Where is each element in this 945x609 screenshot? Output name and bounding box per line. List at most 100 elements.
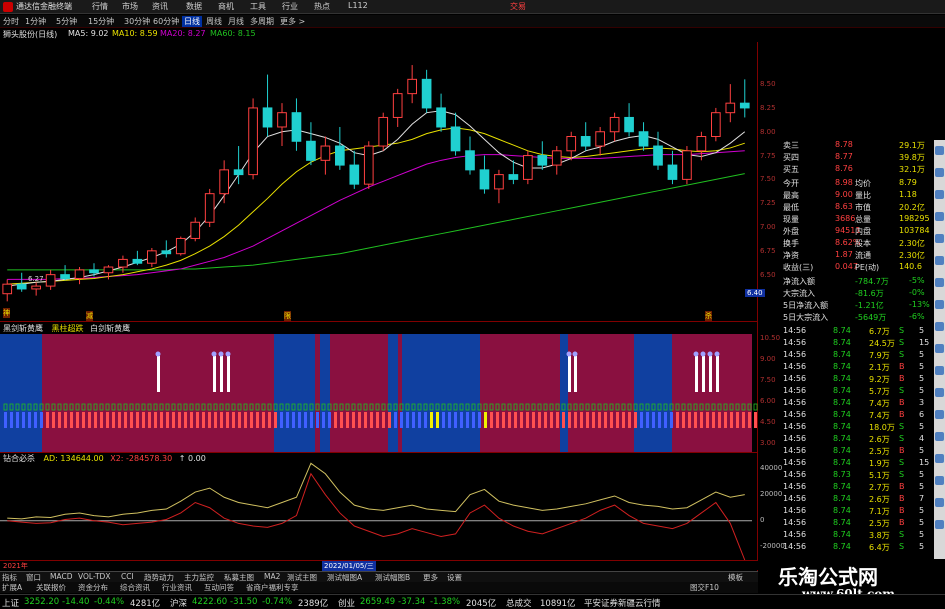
indicator-tab[interactable]: MA2 — [264, 572, 280, 581]
toolbar-icon[interactable] — [935, 432, 944, 441]
extension-tab[interactable]: 省商户福利专享 — [246, 582, 299, 593]
period-tab-minute[interactable]: 分时 — [3, 16, 19, 27]
tick-row[interactable]: 14:56 8.74 9.2万 B 5 — [759, 374, 931, 385]
tick-price: 8.74 — [833, 530, 851, 539]
period-tab-daily[interactable]: 日线 — [182, 16, 202, 27]
menu-item-news[interactable]: 资讯 — [152, 1, 168, 12]
tick-row[interactable]: 14:56 8.74 5.7万 S 5 — [759, 386, 931, 397]
indicator-tab[interactable]: MACD — [50, 572, 72, 581]
tick-row[interactable]: 14:56 8.74 7.4万 B 3 — [759, 398, 931, 409]
tick-row[interactable]: 14:56 8.74 7.4万 B 6 — [759, 410, 931, 421]
period-tab-weekly[interactable]: 周线 — [206, 16, 222, 27]
marker-1: 神 — [3, 308, 10, 318]
toolbar-icon[interactable] — [935, 168, 944, 177]
index-change: -31.50 — [230, 597, 258, 607]
menu-item-industry[interactable]: 行业 — [282, 1, 298, 12]
extension-tab[interactable]: 关联报价 — [36, 582, 66, 593]
candlestick-chart[interactable] — [0, 42, 758, 312]
index-change: -14.40 — [62, 597, 90, 607]
indicator1-bar — [268, 412, 271, 428]
tick-row[interactable]: 14:56 8.74 6.7万 S 5 — [759, 326, 931, 337]
tick-row[interactable]: 14:56 8.74 2.1万 B 5 — [759, 362, 931, 373]
indicator2-chart[interactable] — [0, 462, 758, 560]
toolbar-icon[interactable] — [935, 278, 944, 287]
f10-tab[interactable]: 图交F10 — [690, 582, 719, 593]
tick-row[interactable]: 14:56 8.74 7.9万 S 5 — [759, 350, 931, 361]
period-tab-1min[interactable]: 1分钟 — [25, 16, 46, 27]
tick-row[interactable]: 14:56 8.74 2.5万 B 5 — [759, 518, 931, 529]
indicator-tab[interactable]: CCI — [121, 572, 134, 581]
extension-tab[interactable]: 资金分布 — [78, 582, 108, 593]
indicator1-name[interactable]: 黑剑斩黄鹰 — [3, 324, 43, 333]
indicator1-bar — [232, 412, 235, 428]
stat-label: 均价 — [855, 179, 871, 188]
tick-row[interactable]: 14:56 8.74 2.6万 B 7 — [759, 494, 931, 505]
indicator1-spike — [220, 356, 223, 392]
tick-count: 5 — [919, 470, 925, 479]
period-tab-monthly[interactable]: 月线 — [228, 16, 244, 27]
trade-button[interactable]: 交易 — [510, 1, 526, 12]
tick-row[interactable]: 14:56 8.74 6.4万 S 5 — [759, 542, 931, 553]
toolbar-icon[interactable] — [935, 366, 944, 375]
tick-row[interactable]: 14:56 8.74 3.8万 S 5 — [759, 530, 931, 541]
tick-row[interactable]: 14:56 8.74 2.5万 B 5 — [759, 446, 931, 457]
indicator1-spike-head — [693, 351, 699, 357]
candle-body — [190, 221, 201, 239]
menu-item-quotes[interactable]: 行情 — [92, 1, 108, 12]
indicator1-band — [0, 334, 42, 452]
indicator-tab[interactable]: VOL-TDX — [78, 572, 110, 581]
candle-body — [537, 155, 548, 166]
period-tab-30min[interactable]: 30分钟 — [124, 16, 150, 27]
flow-row: 净流入额 -784.7万 -5% — [759, 276, 931, 287]
tick-row[interactable]: 14:56 8.73 5.1万 S 5 — [759, 470, 931, 481]
toolbar-icon[interactable] — [935, 344, 944, 353]
period-tab-60min[interactable]: 60分钟 — [153, 16, 179, 27]
indicator1-bar — [322, 412, 325, 428]
period-tab-15min[interactable]: 15分钟 — [88, 16, 114, 27]
tick-volume: 18.0万 — [869, 423, 895, 432]
indicator1-band — [388, 334, 398, 452]
extension-tab[interactable]: 行业资讯 — [162, 582, 192, 593]
year-label: 2021年 — [3, 562, 28, 570]
toolbar-icon[interactable] — [935, 234, 944, 243]
toolbar-icon[interactable] — [935, 190, 944, 199]
period-tab-5min[interactable]: 5分钟 — [56, 16, 77, 27]
indicator1-header: 黑剑斩黄鹰 黑柱超跌 白剑斩黄鹰 — [3, 323, 130, 334]
index-pct: -0.74% — [262, 597, 293, 607]
toolbar-icon[interactable] — [935, 476, 944, 485]
tick-row[interactable]: 14:56 8.74 7.1万 B 5 — [759, 506, 931, 517]
toolbar-icon[interactable] — [935, 410, 944, 419]
toolbar-icon[interactable] — [935, 300, 944, 309]
toolbar-icon[interactable] — [935, 498, 944, 507]
menu-item-hot[interactable]: 热点 — [314, 1, 330, 12]
extension-tab[interactable]: 扩展A — [2, 582, 22, 593]
tick-row[interactable]: 14:56 8.74 1.9万 S 15 — [759, 458, 931, 469]
menu-item-tools[interactable]: 工具 — [250, 1, 266, 12]
toolbar-icon[interactable] — [935, 520, 944, 529]
tick-row[interactable]: 14:56 8.74 18.0万 S 5 — [759, 422, 931, 433]
toolbar-icon[interactable] — [935, 388, 944, 397]
indicator1-bar — [70, 412, 73, 428]
extension-tab[interactable]: 互动问答 — [204, 582, 234, 593]
extension-tab[interactable]: 综合资讯 — [120, 582, 150, 593]
toolbar-icon[interactable] — [935, 454, 944, 463]
menu-item-data[interactable]: 数据 — [186, 1, 202, 12]
toolbar-icon[interactable] — [935, 212, 944, 221]
tick-row[interactable]: 14:56 8.74 2.7万 B 5 — [759, 482, 931, 493]
broker-name: 平安证券新疆云行情 — [584, 599, 661, 609]
indicator1-chart[interactable] — [0, 334, 758, 452]
toolbar-icon[interactable] — [935, 256, 944, 265]
index-name: 创业 — [338, 599, 356, 609]
menu-item-opportunity[interactable]: 商机 — [218, 1, 234, 12]
period-tab-multi[interactable]: 多周期 — [250, 16, 274, 27]
candle-body — [479, 169, 490, 190]
index-pct: -0.44% — [94, 597, 125, 607]
toolbar-icon[interactable] — [935, 146, 944, 155]
indicator1-band — [274, 334, 315, 452]
toolbar-icon[interactable] — [935, 322, 944, 331]
stat-label: 外盘 — [783, 227, 799, 236]
tick-row[interactable]: 14:56 8.74 24.5万 S 15 — [759, 338, 931, 349]
tick-row[interactable]: 14:56 8.74 2.6万 S 4 — [759, 434, 931, 445]
menu-item-market[interactable]: 市场 — [122, 1, 138, 12]
period-tab-more[interactable]: 更多 > — [280, 16, 305, 27]
